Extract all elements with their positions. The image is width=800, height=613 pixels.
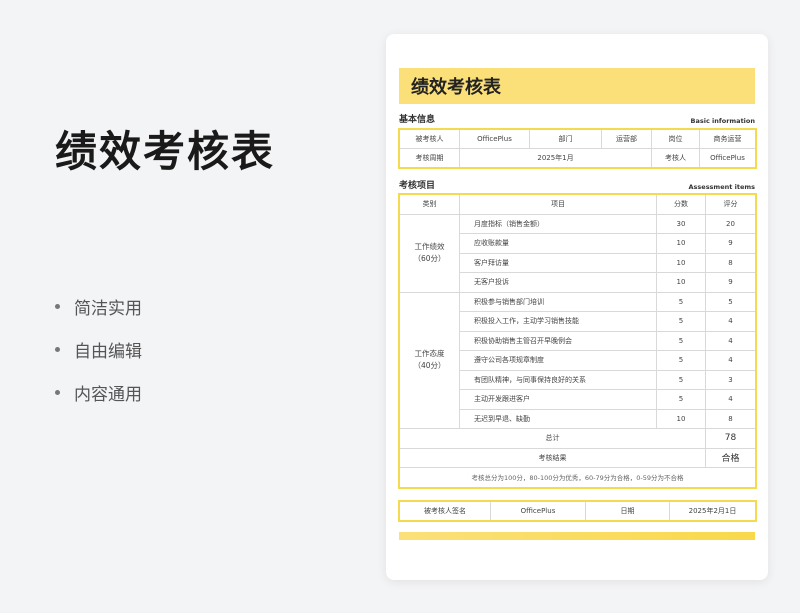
table-cell: 考核人 <box>651 148 700 168</box>
rating-cell: 3 <box>705 369 756 390</box>
feature-label: 简洁实用 <box>74 299 142 319</box>
result-label: 考核结果 <box>399 447 706 468</box>
score-cell: 10 <box>656 252 706 273</box>
category-cell: 工作绩效 （60分） <box>399 213 460 293</box>
rating-cell: 20 <box>705 213 756 234</box>
category-cell: 工作态度 （40分） <box>399 291 460 429</box>
table-cell: 被考核人签名 <box>399 501 491 521</box>
category-points: （60分） <box>413 254 446 263</box>
category-points: （40分） <box>413 361 446 371</box>
result-row: 考核结果 合格 <box>399 447 756 468</box>
score-cell: 5 <box>656 291 706 312</box>
bullet-dot <box>55 347 60 352</box>
table-row: 工作态度 （40分） 积极参与销售部门培训 5 5 <box>399 291 756 429</box>
table-cell: 运营部 <box>601 129 652 149</box>
item-cell: 无迟到早退、缺勤 <box>459 408 657 429</box>
column-header: 评分 <box>705 194 756 215</box>
table-row: 工作绩效 （60分） 月度指标（销售金额） 30 20 <box>399 213 756 293</box>
score-cell: 10 <box>656 272 706 293</box>
basic-info-title-cn: 基本信息 <box>399 115 436 125</box>
item-cell: 客户拜访量 <box>459 252 657 273</box>
table-cell: 日期 <box>585 501 670 521</box>
rating-cell: 4 <box>705 311 756 332</box>
feature-label: 内容通用 <box>74 385 142 405</box>
assessment-heading: 考核项目 Assessment items <box>399 178 755 191</box>
table-cell: OfficePlus <box>459 129 530 149</box>
table-cell: 2025年2月1日 <box>669 501 756 521</box>
result-value: 合格 <box>705 447 756 468</box>
item-cell: 积极协助销售主管召开早晚例会 <box>459 330 657 351</box>
rating-cell: 8 <box>705 252 756 273</box>
rating-cell: 8 <box>705 408 756 429</box>
column-header: 类别 <box>399 194 460 215</box>
note-row: 考核总分为100分，80-100分为优秀，60-79分为合格，0-59分为不合格 <box>399 467 756 488</box>
item-cell: 应收账款量 <box>459 233 657 254</box>
total-label: 总计 <box>399 428 706 449</box>
rating-cell: 9 <box>705 272 756 293</box>
item-cell: 遵守公司各项规章制度 <box>459 350 657 371</box>
score-cell: 30 <box>656 213 706 234</box>
total-value: 78 <box>705 428 756 449</box>
assessment-table: 类别 项目 分数 评分 工作绩效 （60分） 月度指标（销售金额） 30 20 应… <box>398 193 757 489</box>
column-header: 分数 <box>656 194 706 215</box>
scoring-note: 考核总分为100分，80-100分为优秀，60-79分为合格，0-59分为不合格 <box>399 467 756 488</box>
rating-cell: 5 <box>705 291 756 312</box>
document-title: 绩效考核表 <box>399 68 755 104</box>
rating-cell: 4 <box>705 330 756 351</box>
table-cell: 部门 <box>529 129 602 149</box>
feature-list: 简洁实用 自由编辑 内容通用 <box>55 285 142 414</box>
document-preview-card[interactable]: 绩效考核表 基本信息 Basic information 被考核人 Office… <box>386 34 768 580</box>
category-label: 工作态度 <box>414 349 445 359</box>
footer-accent-bar <box>399 532 755 540</box>
feature-item: 自由编辑 <box>55 328 142 371</box>
rating-cell: 9 <box>705 233 756 254</box>
score-cell: 5 <box>656 369 706 390</box>
assessment-title-cn: 考核项目 <box>399 181 436 191</box>
score-cell: 10 <box>656 408 706 429</box>
score-cell: 10 <box>656 233 706 254</box>
hero-title: 绩效考核表 <box>55 127 276 176</box>
item-cell: 积极投入工作，主动学习销售技能 <box>459 311 657 332</box>
table-cell: 商务运营 <box>699 129 756 149</box>
feature-item: 内容通用 <box>55 371 142 414</box>
rating-cell: 4 <box>705 389 756 410</box>
signature-table: 被考核人签名 OfficePlus 日期 2025年2月1日 <box>398 500 757 522</box>
basic-info-title-en: Basic information <box>690 117 756 125</box>
assessment-title-en: Assessment items <box>688 183 755 191</box>
score-cell: 5 <box>656 389 706 410</box>
item-cell: 主动开发跟进客户 <box>459 389 657 410</box>
table-row: 被考核人 OfficePlus 部门 运营部 岗位 商务运营 <box>399 129 756 149</box>
total-row: 总计 78 <box>399 428 756 449</box>
rating-cell: 4 <box>705 350 756 371</box>
item-cell: 有团队精神，与同事保持良好的关系 <box>459 369 657 390</box>
table-cell: 考核周期 <box>399 148 460 168</box>
item-cell: 无客户投诉 <box>459 272 657 293</box>
table-header-row: 类别 项目 分数 评分 <box>399 194 756 215</box>
column-header: 项目 <box>459 194 657 215</box>
score-cell: 5 <box>656 330 706 351</box>
basic-info-table: 被考核人 OfficePlus 部门 运营部 岗位 商务运营 考核周期 2025… <box>398 128 757 169</box>
table-cell: OfficePlus <box>490 501 586 521</box>
table-row: 被考核人签名 OfficePlus 日期 2025年2月1日 <box>399 501 756 521</box>
feature-item: 简洁实用 <box>55 285 142 328</box>
table-cell: 2025年1月 <box>459 148 652 168</box>
table-cell: 被考核人 <box>399 129 460 149</box>
item-cell: 积极参与销售部门培训 <box>459 291 657 312</box>
score-cell: 5 <box>656 350 706 371</box>
basic-info-heading: 基本信息 Basic information <box>399 112 755 125</box>
table-row: 考核周期 2025年1月 考核人 OfficePlus <box>399 148 756 168</box>
table-cell: 岗位 <box>651 129 700 149</box>
item-cell: 月度指标（销售金额） <box>459 213 657 234</box>
score-cell: 5 <box>656 311 706 332</box>
category-label: 工作绩效 <box>414 242 445 251</box>
feature-label: 自由编辑 <box>74 342 142 362</box>
bullet-dot <box>55 390 60 395</box>
bullet-dot <box>55 304 60 309</box>
table-cell: OfficePlus <box>699 148 756 168</box>
